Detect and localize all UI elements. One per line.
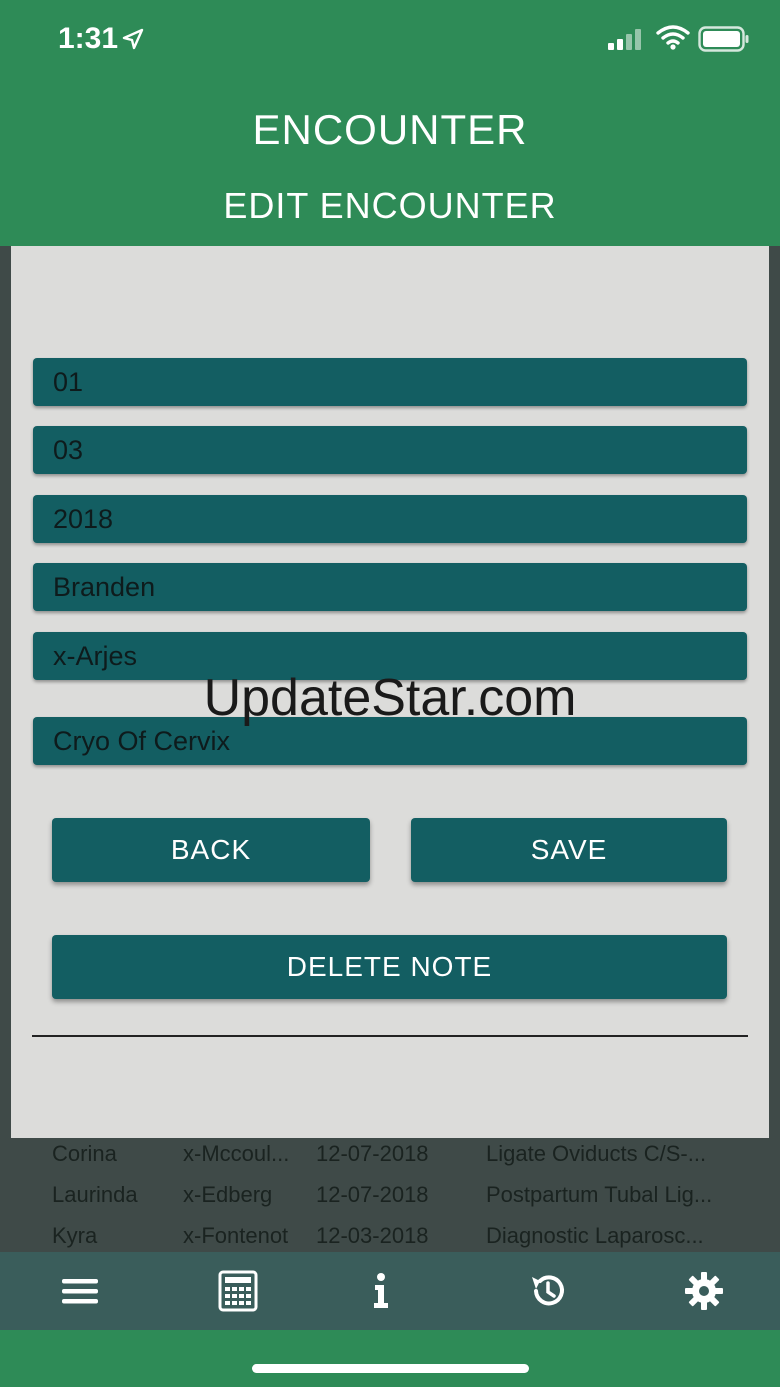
row-date: 12-07-2018: [316, 1182, 429, 1207]
save-button[interactable]: SAVE: [411, 818, 727, 882]
month-field[interactable]: 01: [33, 358, 747, 406]
history-icon[interactable]: [527, 1270, 569, 1312]
back-button[interactable]: BACK: [52, 818, 370, 882]
encounter-list: Corina x-Mccoul... 12-07-2018 Ligate Ovi…: [0, 1138, 780, 1252]
procedure-field[interactable]: Cryo Of Cervix: [33, 717, 747, 765]
delete-note-button[interactable]: DELETE NOTE: [52, 935, 727, 999]
status-time: 1:31: [58, 22, 119, 55]
bottom-tab-bar: [0, 1252, 780, 1330]
day-field[interactable]: 03: [33, 426, 747, 474]
edit-encounter-panel: 01 03 2018 Branden x-Arjes Cryo Of Cervi…: [11, 246, 769, 1138]
last-name-field[interactable]: x-Arjes: [33, 632, 747, 680]
row-procedure: Diagnostic Laparosc...: [486, 1223, 704, 1248]
row-date: 12-07-2018: [316, 1141, 429, 1166]
row-date: 12-03-2018: [316, 1223, 429, 1248]
first-name-field[interactable]: Branden: [33, 563, 747, 611]
app-title: ENCOUNTER: [252, 106, 528, 153]
row-first-name: Laurinda: [52, 1182, 138, 1207]
row-first-name: Corina: [52, 1141, 117, 1166]
row-last-name: x-Mccoul...: [183, 1141, 290, 1166]
divider: [32, 1035, 748, 1037]
location-arrow-icon: [122, 28, 144, 50]
menu-icon[interactable]: [59, 1270, 101, 1312]
wifi-icon: [656, 25, 690, 50]
info-icon[interactable]: [360, 1270, 402, 1312]
home-indicator-area: [0, 1330, 780, 1387]
cellular-signal-icon: [608, 29, 641, 50]
row-last-name: x-Fontenot: [183, 1223, 289, 1248]
home-indicator[interactable]: [252, 1364, 529, 1373]
table-row[interactable]: Laurinda x-Edberg 12-07-2018 Postpartum …: [0, 1182, 780, 1222]
battery-icon: [698, 26, 749, 52]
gear-icon[interactable]: [683, 1270, 725, 1312]
year-field[interactable]: 2018: [33, 495, 747, 543]
row-procedure: Ligate Oviducts C/S-...: [486, 1141, 707, 1166]
page-title: EDIT ENCOUNTER: [223, 185, 557, 226]
row-first-name: Kyra: [52, 1223, 98, 1248]
table-row[interactable]: Corina x-Mccoul... 12-07-2018 Ligate Ovi…: [0, 1141, 780, 1181]
app-header: ENCOUNTER EDIT ENCOUNTER: [0, 80, 780, 246]
calculator-icon[interactable]: [217, 1270, 259, 1312]
row-procedure: Postpartum Tubal Lig...: [486, 1182, 713, 1207]
row-last-name: x-Edberg: [183, 1182, 273, 1207]
status-bar: 1:31: [0, 0, 780, 80]
